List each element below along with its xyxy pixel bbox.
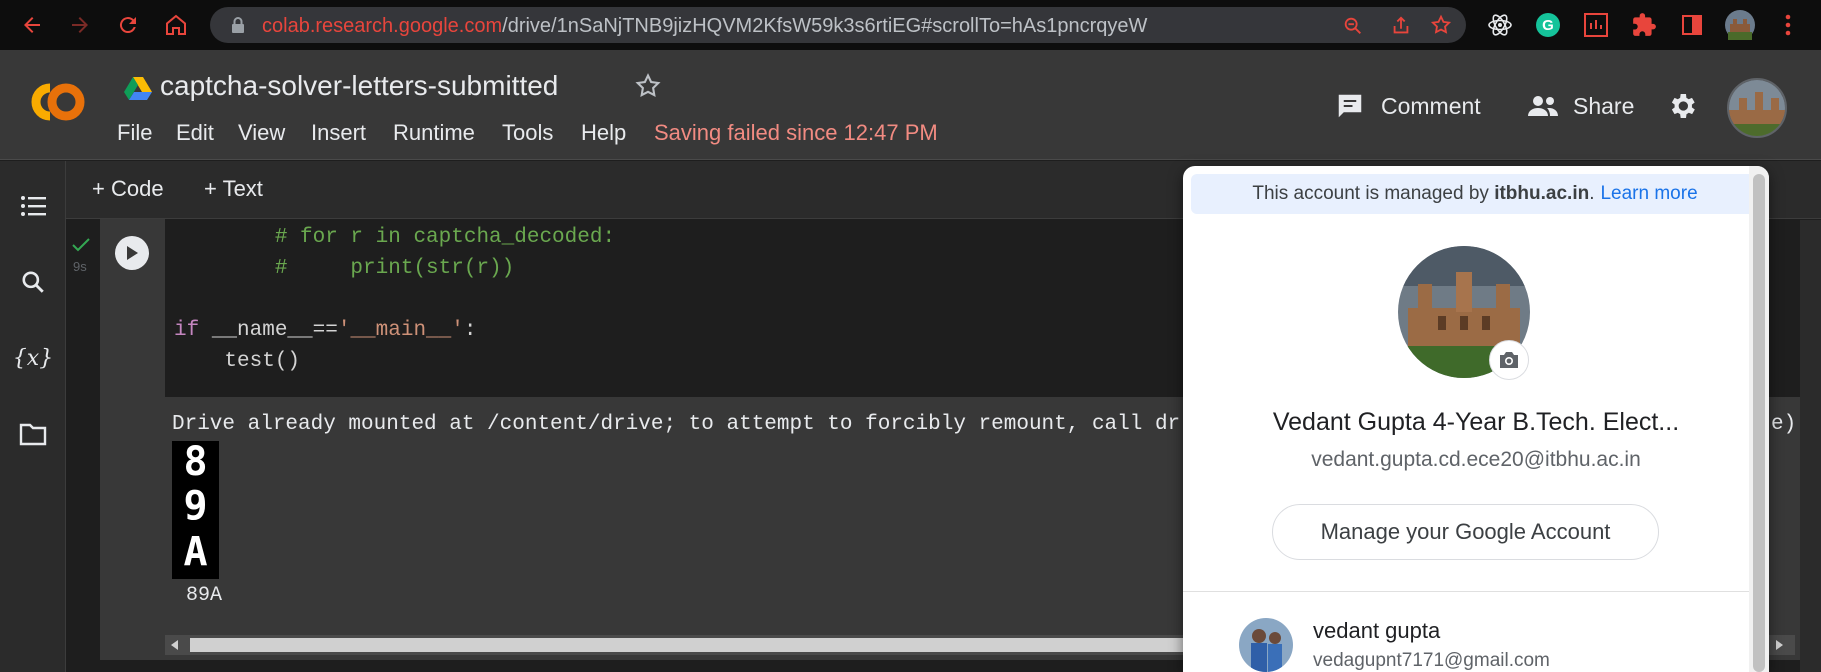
execution-success-check-icon <box>72 238 90 252</box>
prediction-text: 89A <box>186 584 223 607</box>
url-path: /drive/1nSaNjTNB9jizHQVM2KfsW59k3s6rtiEG… <box>502 15 1148 37</box>
other-account-avatar[interactable] <box>1239 618 1293 672</box>
popup-scroll-thumb[interactable] <box>1753 174 1765 672</box>
bookmark-star-icon[interactable] <box>1430 14 1452 36</box>
popup-scrollbar[interactable] <box>1749 166 1769 672</box>
captcha-char-3: A <box>183 529 208 575</box>
manage-google-account-button[interactable]: Manage your Google Account <box>1272 504 1659 560</box>
menu-insert[interactable]: Insert <box>311 120 366 146</box>
star-icon[interactable] <box>634 72 662 100</box>
menu-tools[interactable]: Tools <box>502 120 553 146</box>
code-line-5: test() <box>174 350 301 373</box>
browser-menu-icon[interactable] <box>1772 9 1804 41</box>
scroll-right-icon[interactable] <box>1775 640 1783 650</box>
share-button[interactable]: Share <box>1527 90 1634 122</box>
extensions-puzzle-icon[interactable] <box>1628 9 1660 41</box>
share-page-icon[interactable] <box>1390 15 1412 37</box>
code-line-2: # print(str(r)) <box>174 257 515 280</box>
google-drive-icon <box>124 77 152 100</box>
grammarly-icon[interactable]: G <box>1532 9 1564 41</box>
forward-icon[interactable] <box>64 9 96 41</box>
managed-account-banner: This account is managed by itbhu.ac.in. L… <box>1191 174 1759 214</box>
run-cell-button[interactable] <box>115 236 149 270</box>
account-popup: This account is managed by itbhu.ac.in. L… <box>1183 166 1769 672</box>
horizontal-scroll-thumb[interactable] <box>190 638 1190 652</box>
menu-help[interactable]: Help <box>581 120 626 146</box>
code-line-4: if __name__=='__main__': <box>174 319 477 342</box>
code-line-1: # for r in captcha_decoded: <box>174 226 616 249</box>
comment-button[interactable]: Comment <box>1335 90 1481 122</box>
table-of-contents-icon[interactable] <box>16 189 50 223</box>
execution-time: 9s <box>73 259 87 274</box>
save-status[interactable]: Saving failed since 12:47 PM <box>654 120 938 146</box>
captcha-char-2: 9 <box>183 483 208 529</box>
comment-icon <box>1338 94 1362 118</box>
add-code-button[interactable]: + Code <box>92 176 164 202</box>
notebook-title[interactable]: captcha-solver-letters-submitted <box>160 70 558 102</box>
menu-edit[interactable]: Edit <box>176 120 214 146</box>
left-sidebar: {x} <box>0 161 66 672</box>
captcha-image: 8 9 A <box>172 439 219 579</box>
extension-screen-icon[interactable] <box>1580 9 1612 41</box>
url-text: colab.research.google.com/drive/1nSaNjTN… <box>262 15 1147 38</box>
people-icon <box>1528 96 1558 116</box>
other-account-name[interactable]: vedant gupta <box>1313 618 1440 644</box>
account-email: vedant.gupta.cd.ece20@itbhu.ac.in <box>1311 448 1641 471</box>
react-devtools-icon[interactable] <box>1484 9 1516 41</box>
play-icon <box>127 246 138 260</box>
scroll-left-icon[interactable] <box>171 640 179 650</box>
account-name: Vedant Gupta 4-Year B.Tech. Elect... <box>1272 408 1680 436</box>
files-folder-icon[interactable] <box>16 417 50 451</box>
menu-runtime[interactable]: Runtime <box>393 120 475 146</box>
managed-prefix: This account is managed by <box>1252 183 1489 204</box>
reload-icon[interactable] <box>112 9 144 41</box>
share-label: Share <box>1573 92 1635 119</box>
menu-file[interactable]: File <box>117 120 152 146</box>
zoom-icon[interactable] <box>1342 15 1364 37</box>
account-avatar[interactable] <box>1727 78 1787 138</box>
variables-icon[interactable]: {x} <box>13 341 53 375</box>
side-panel-icon[interactable] <box>1676 9 1708 41</box>
browser-toolbar: colab.research.google.com/drive/1nSaNjTN… <box>0 0 1821 50</box>
lock-icon <box>232 17 244 33</box>
comment-label: Comment <box>1381 92 1481 119</box>
managed-domain: itbhu.ac.in <box>1494 183 1590 204</box>
vertical-scrollbar[interactable] <box>1800 220 1821 672</box>
svg-text:G: G <box>1542 17 1554 34</box>
divider <box>1183 591 1769 592</box>
back-icon[interactable] <box>16 9 48 41</box>
add-text-button[interactable]: + Text <box>204 176 263 202</box>
captcha-char-1: 8 <box>183 439 208 485</box>
notebook-header: captcha-solver-letters-submitted File Ed… <box>0 50 1821 160</box>
url-domain: colab.research.google.com <box>262 15 503 37</box>
search-icon[interactable] <box>16 265 50 299</box>
other-account-email[interactable]: vedagupnt7171@gmail.com <box>1313 650 1550 672</box>
learn-more-link[interactable]: Learn more <box>1600 183 1697 205</box>
colab-logo[interactable] <box>24 78 92 126</box>
home-icon[interactable] <box>160 9 192 41</box>
address-bar[interactable]: colab.research.google.com/drive/1nSaNjTN… <box>210 7 1466 43</box>
change-photo-button[interactable] <box>1489 340 1529 380</box>
output-text: Drive already mounted at /content/drive;… <box>172 413 1181 436</box>
profile-avatar-icon[interactable] <box>1724 9 1756 41</box>
menu-view[interactable]: View <box>238 120 285 146</box>
settings-gear-icon[interactable] <box>1666 90 1698 122</box>
camera-icon <box>1500 352 1518 368</box>
